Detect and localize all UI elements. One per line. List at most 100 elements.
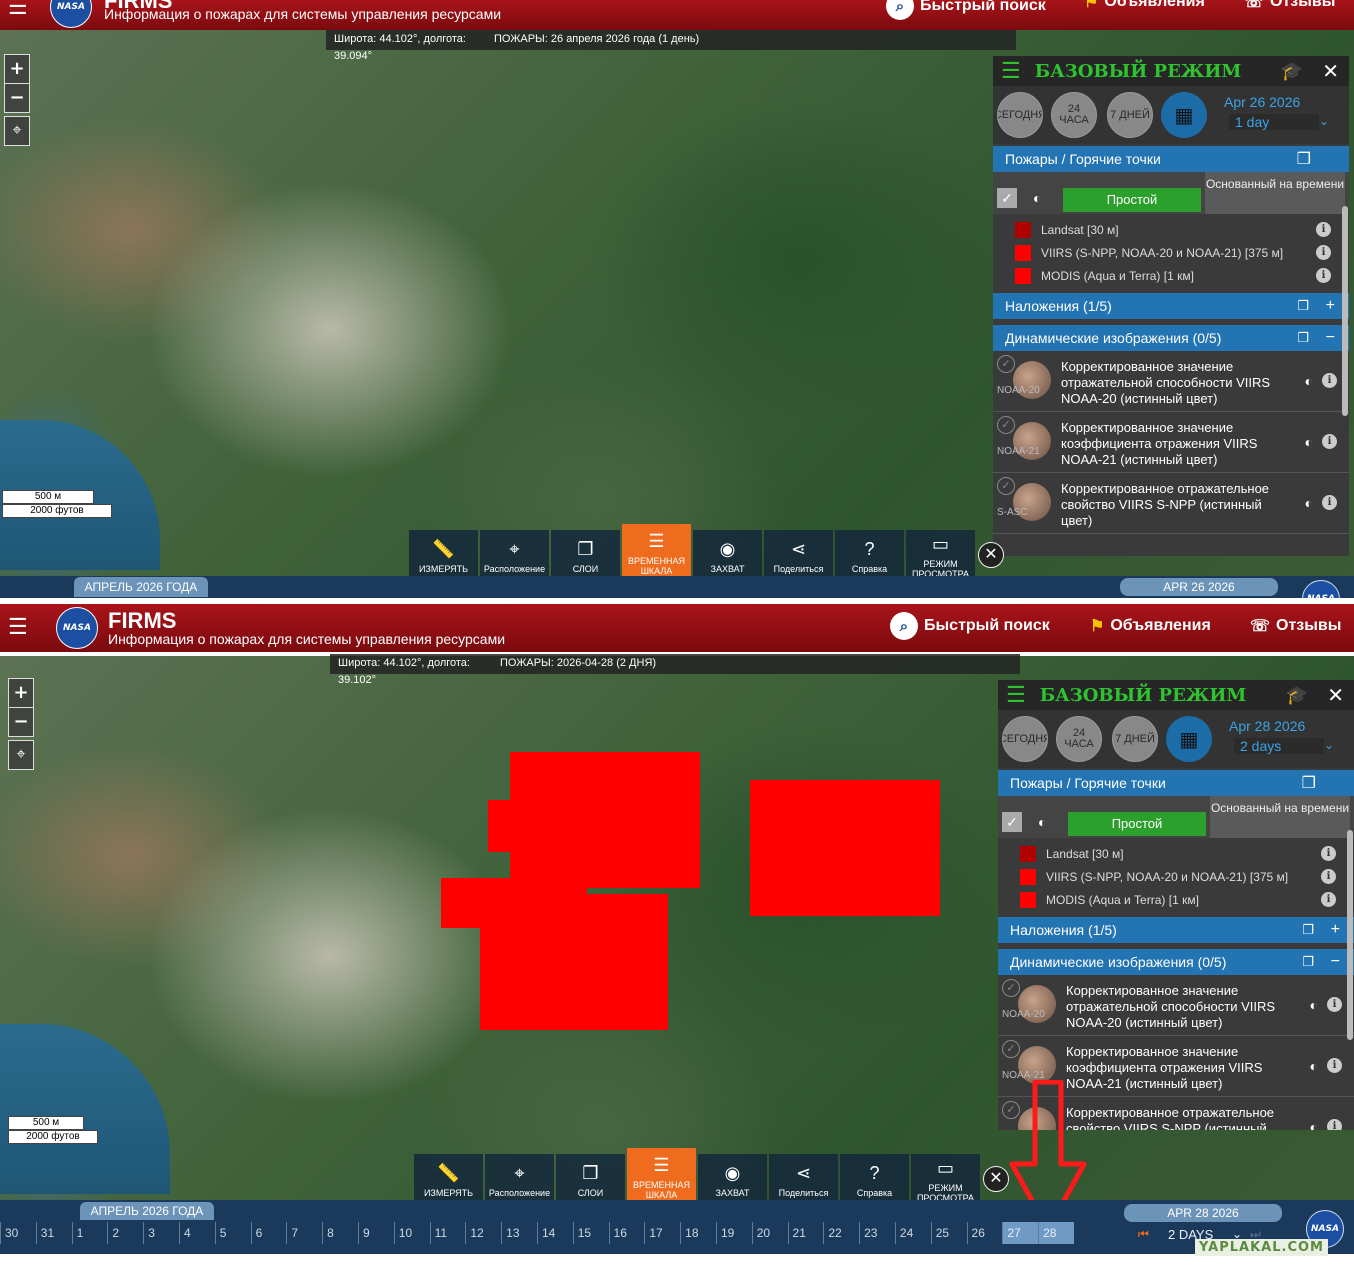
timeline-day[interactable]: 25 (930, 1222, 967, 1244)
timeline-button[interactable]: ☰ ВРЕМЕННАЯ ШКАЛА (622, 524, 691, 582)
timeline-day[interactable]: 1 (71, 1222, 108, 1244)
quick-search-button[interactable]: ⌕ Быстрый поиск (886, 0, 1046, 20)
info-icon[interactable]: i (1321, 846, 1336, 861)
info-icon[interactable]: i (1316, 222, 1331, 237)
help-button[interactable]: ? Справка (835, 530, 904, 582)
zoom-in-button[interactable]: + (5, 55, 29, 83)
timeline-day[interactable]: 10 (393, 1222, 430, 1244)
close-panel-icon[interactable]: ✕ (1327, 683, 1344, 708)
info-icon[interactable]: i (1327, 1058, 1342, 1073)
timeline-day[interactable]: 19 (715, 1222, 752, 1244)
timeline-day[interactable]: 17 (644, 1222, 680, 1244)
info-icon[interactable]: i (1316, 268, 1331, 283)
date-tab[interactable]: APR 26 2026 (1120, 578, 1278, 596)
timeline-day[interactable]: 20 (751, 1222, 788, 1244)
announcements-button[interactable]: ⚑ Объявления (1090, 616, 1211, 636)
popout-icon[interactable]: ❐ (1297, 330, 1309, 346)
timeline-day[interactable]: 21 (787, 1222, 824, 1244)
timeline-day[interactable]: 11 (429, 1222, 466, 1244)
graduation-cap-icon[interactable]: 🎓 (1286, 685, 1308, 706)
layers-button[interactable]: ❐ СЛОИ (551, 530, 620, 582)
timeline-day[interactable]: 4 (178, 1222, 215, 1244)
fire-source-viirs[interactable]: VIIRS (S-NPP, NOAA-20 и NOAA-21) [375 м]… (993, 241, 1349, 264)
location-button[interactable]: ⌖ Расположение (485, 1154, 554, 1206)
close-toolbar-icon[interactable]: ✕ (983, 1166, 1009, 1192)
timeline-day[interactable]: 30 (0, 1222, 36, 1244)
feedback-button[interactable]: ☏ Отзывы (1250, 616, 1341, 636)
step-back-icon[interactable]: ⏮ (1138, 1227, 1149, 1242)
opacity-icon[interactable]: ◐ (1310, 1119, 1318, 1130)
dynamic-section-header[interactable]: Динамические изображения (0/5) ❐ − (993, 325, 1349, 351)
timeline-day[interactable]: 15 (572, 1222, 609, 1244)
info-icon[interactable]: i (1321, 869, 1336, 884)
popout-icon[interactable]: ❐ (1297, 149, 1311, 169)
dynamic-layer-item[interactable]: ✓ NOAA-21 Корректированное значение коэффи… (993, 412, 1349, 473)
measure-button[interactable]: 📏 ИЗМЕРЯТЬ (414, 1154, 483, 1206)
dynamic-layer-item[interactable]: ✓S-ASCКорректированное отражательное сво… (993, 473, 1349, 534)
timeline-day[interactable]: 24 (894, 1222, 931, 1244)
share-button[interactable]: ⋖ Поделиться (764, 530, 833, 582)
fire-source-modis[interactable]: MODIS (Aqua и Terra) [1 км] i (998, 888, 1354, 911)
view-mode-button[interactable]: ▭ РЕЖИМ ПРОСМОТРА (906, 530, 975, 582)
measure-button[interactable]: 📏 ИЗМЕРЯТЬ (409, 530, 478, 582)
collapse-icon[interactable]: − (1326, 329, 1335, 347)
timeline-day[interactable]: 12 (465, 1222, 501, 1244)
range-select[interactable]: 1 day (1229, 114, 1319, 130)
expand-icon[interactable]: + (1326, 297, 1335, 315)
check-icon[interactable]: ✓ (997, 477, 1015, 495)
timeline-day[interactable]: 27 (1002, 1222, 1039, 1244)
announcements-button[interactable]: ⚑ Объявления (1084, 0, 1205, 12)
calendar-button[interactable]: ▦ (1166, 716, 1212, 762)
timeline-day[interactable]: 8 (322, 1222, 358, 1244)
tab-time-based[interactable]: Основанный на времени (1210, 796, 1350, 838)
fires-section-header[interactable]: Пожары / Горячие точки ❐ (993, 146, 1349, 172)
timeline-day[interactable]: 23 (859, 1222, 895, 1244)
view-mode-button[interactable]: ▭ РЕЖИМ ПРОСМОТРА (911, 1154, 980, 1206)
timeline-day[interactable]: 13 (501, 1222, 537, 1244)
info-icon[interactable]: i (1327, 1119, 1342, 1130)
close-toolbar-icon[interactable]: ✕ (978, 542, 1004, 568)
zoom-in-button[interactable]: + (9, 679, 33, 707)
fires-section-header[interactable]: Пожары / Горячие точки ❐ (998, 770, 1354, 796)
close-panel-icon[interactable]: ✕ (1322, 59, 1339, 84)
info-icon[interactable]: i (1327, 997, 1342, 1012)
quick-search-button[interactable]: ⌕ Быстрый поиск (890, 612, 1050, 640)
chevron-down-icon[interactable]: ⌄ (1319, 114, 1329, 128)
info-icon[interactable]: i (1322, 373, 1337, 388)
calendar-button[interactable]: ▦ (1161, 92, 1207, 138)
fire-source-landsat[interactable]: Landsat [30 м] i (993, 218, 1349, 241)
info-icon[interactable]: i (1322, 434, 1337, 449)
location-button[interactable]: ⌖ Расположение (480, 530, 549, 582)
select-all-checkbox[interactable]: ✓ (1002, 812, 1022, 832)
tab-simple[interactable]: Простой (1068, 812, 1206, 836)
24h-button[interactable]: 24 ЧАСА (1051, 92, 1097, 138)
overlays-section-header[interactable]: Наложения (1/5) ❐ + (998, 917, 1354, 943)
timeline-day[interactable]: 7 (286, 1222, 322, 1244)
timeline-day[interactable]: 31 (35, 1222, 72, 1244)
dynamic-section-header[interactable]: Динамические изображения (0/5) ❐ − (998, 949, 1354, 975)
locate-button[interactable]: ⌖ (8, 740, 34, 770)
opacity-icon[interactable]: ◐ (1310, 997, 1318, 1013)
timeline-day[interactable]: 9 (357, 1222, 394, 1244)
opacity-icon[interactable]: ◐ (1305, 373, 1313, 389)
fire-detection[interactable] (488, 800, 598, 852)
dynamic-layer-item[interactable]: ✓ NOAA-20 Корректированное значение отража… (993, 351, 1349, 412)
timeline-day[interactable]: 5 (214, 1222, 251, 1244)
info-icon[interactable]: i (1321, 892, 1336, 907)
menu-icon[interactable]: ☰ (1006, 682, 1026, 708)
opacity-icon[interactable]: ◐ (1305, 495, 1313, 511)
fire-source-landsat[interactable]: Landsat [30 м] i (998, 842, 1354, 865)
capture-button[interactable]: ◉ ЗАХВАТ (693, 530, 762, 582)
collapse-icon[interactable]: − (1331, 953, 1340, 971)
info-icon[interactable]: i (1316, 245, 1331, 260)
popout-icon[interactable]: ❐ (1302, 922, 1314, 938)
select-all-checkbox[interactable]: ✓ (997, 188, 1017, 208)
menu-icon[interactable]: ☰ (1001, 58, 1021, 84)
popout-icon[interactable]: ❐ (1297, 298, 1309, 314)
panel-scrollbar[interactable] (1347, 830, 1353, 1040)
check-icon[interactable]: ✓ (1002, 1040, 1020, 1058)
hamburger-icon[interactable]: ☰ (8, 0, 28, 20)
zoom-out-button[interactable]: − (9, 707, 33, 736)
date-tab[interactable]: APR 28 2026 (1124, 1204, 1282, 1222)
fire-detection[interactable] (750, 780, 940, 916)
